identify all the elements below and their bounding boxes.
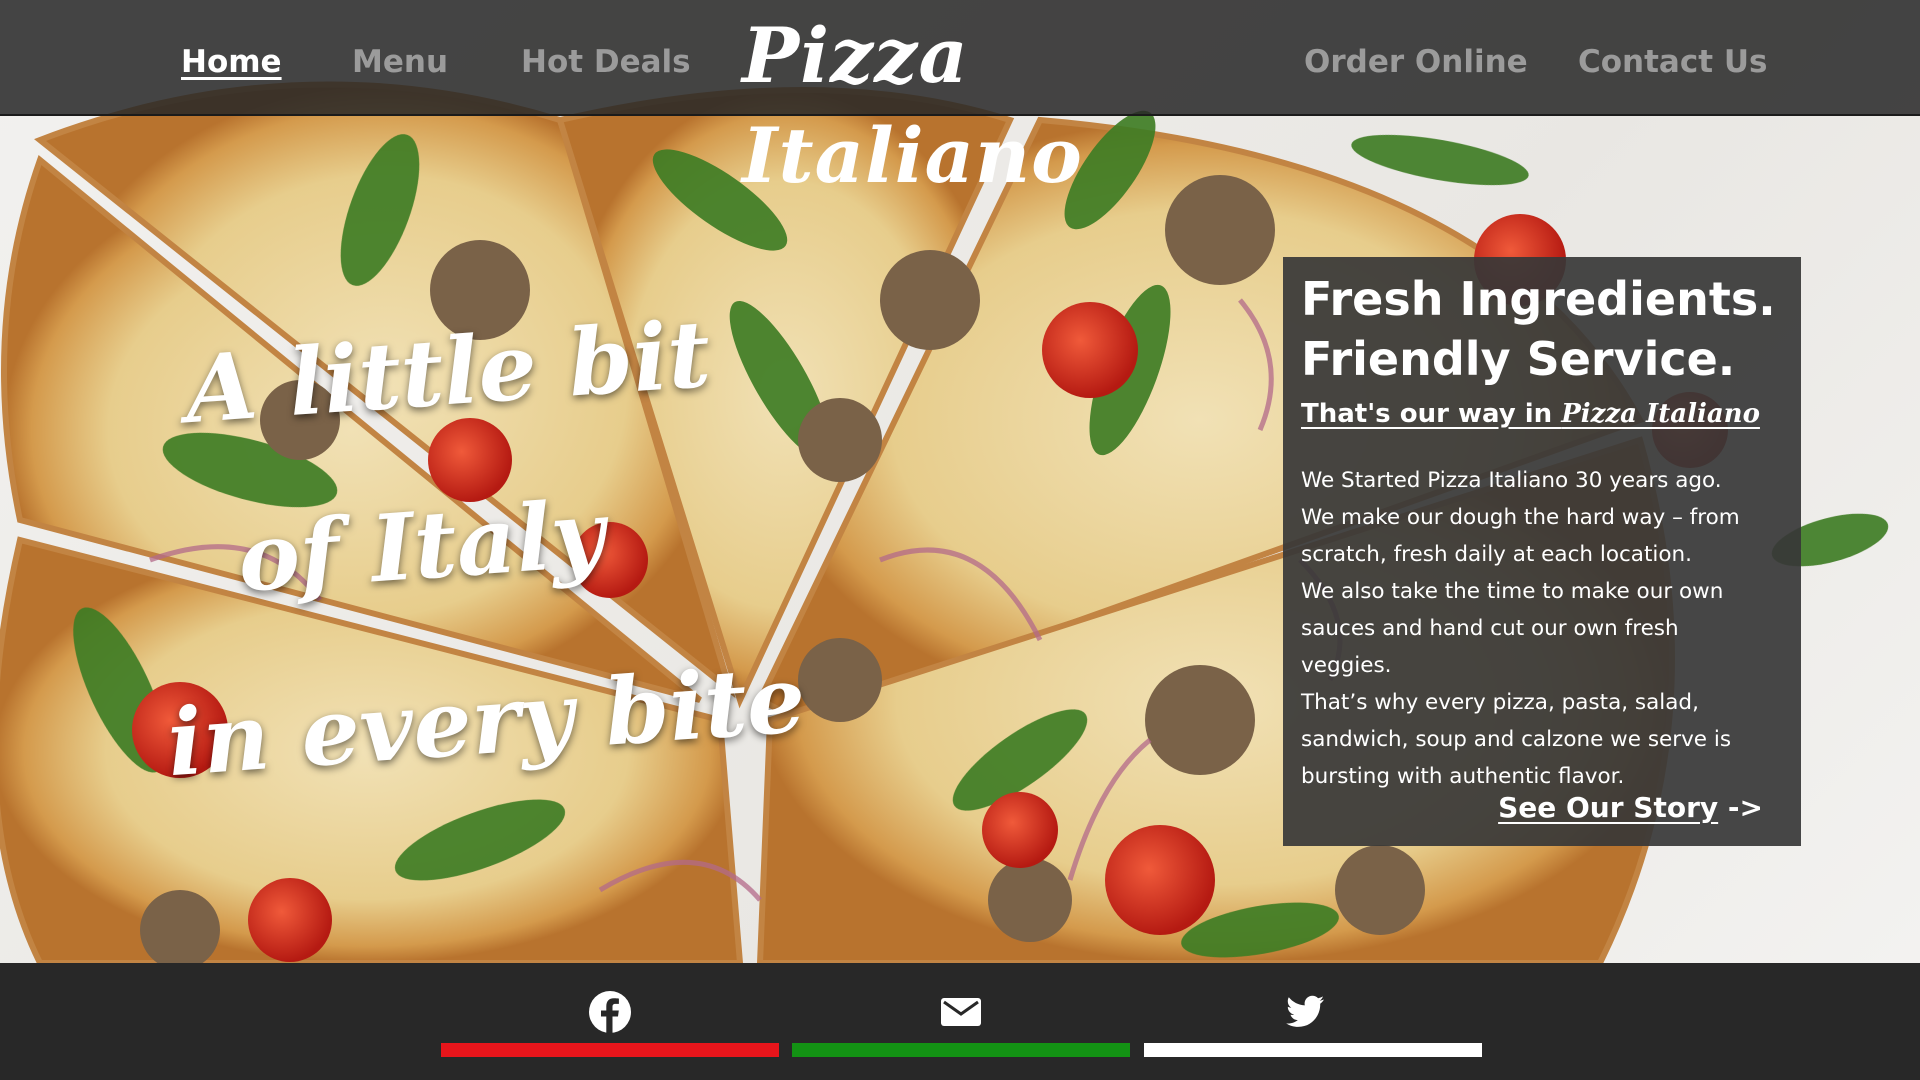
flag-bar-white (1144, 1043, 1482, 1057)
nav-link-contact-us[interactable]: Contact Us (1578, 44, 1767, 80)
card-subheading-brand: Pizza Italiano (1561, 399, 1760, 429)
facebook-icon[interactable] (585, 987, 635, 1037)
see-our-story-link[interactable]: See Our Story -> (1498, 791, 1763, 824)
card-subheading: That's our way in Pizza Italiano (1301, 399, 1760, 429)
card-subheading-text: That's our way in (1301, 399, 1562, 429)
card-paragraph: That’s why every pizza, pasta, salad, sa… (1301, 690, 1732, 789)
card-heading-line-1: Fresh Ingredients. (1301, 272, 1776, 326)
card-heading: Fresh Ingredients. Friendly Service. (1301, 269, 1776, 389)
nav-link-hot-deals[interactable]: Hot Deals (521, 44, 691, 80)
nav-link-order-online[interactable]: Order Online (1304, 44, 1528, 80)
flag-bar-green (792, 1043, 1130, 1057)
see-our-story-label: See Our Story (1498, 791, 1719, 824)
flag-bar-red (441, 1043, 779, 1057)
card-body: We Started Pizza Italiano 30 years ago. … (1301, 462, 1771, 795)
nav-link-menu[interactable]: Menu (352, 44, 448, 80)
card-heading-line-2: Friendly Service. (1301, 332, 1736, 386)
card-paragraph: We also take the time to make our own sa… (1301, 579, 1724, 678)
nav-link-home[interactable]: Home (181, 44, 282, 80)
card-paragraph: We make our dough the hard way – from sc… (1301, 505, 1740, 567)
top-navbar: Home Menu Hot Deals Pizza Italiano Order… (0, 0, 1920, 200)
twitter-icon[interactable] (1280, 987, 1330, 1037)
mail-icon[interactable] (936, 987, 986, 1037)
brand-logo[interactable]: Pizza Italiano (742, 6, 1232, 200)
see-our-story-arrow: -> (1727, 791, 1763, 824)
footer (0, 963, 1920, 1080)
about-card: Fresh Ingredients. Friendly Service. Tha… (1283, 257, 1801, 846)
card-paragraph: We Started Pizza Italiano 30 years ago. (1301, 468, 1722, 493)
